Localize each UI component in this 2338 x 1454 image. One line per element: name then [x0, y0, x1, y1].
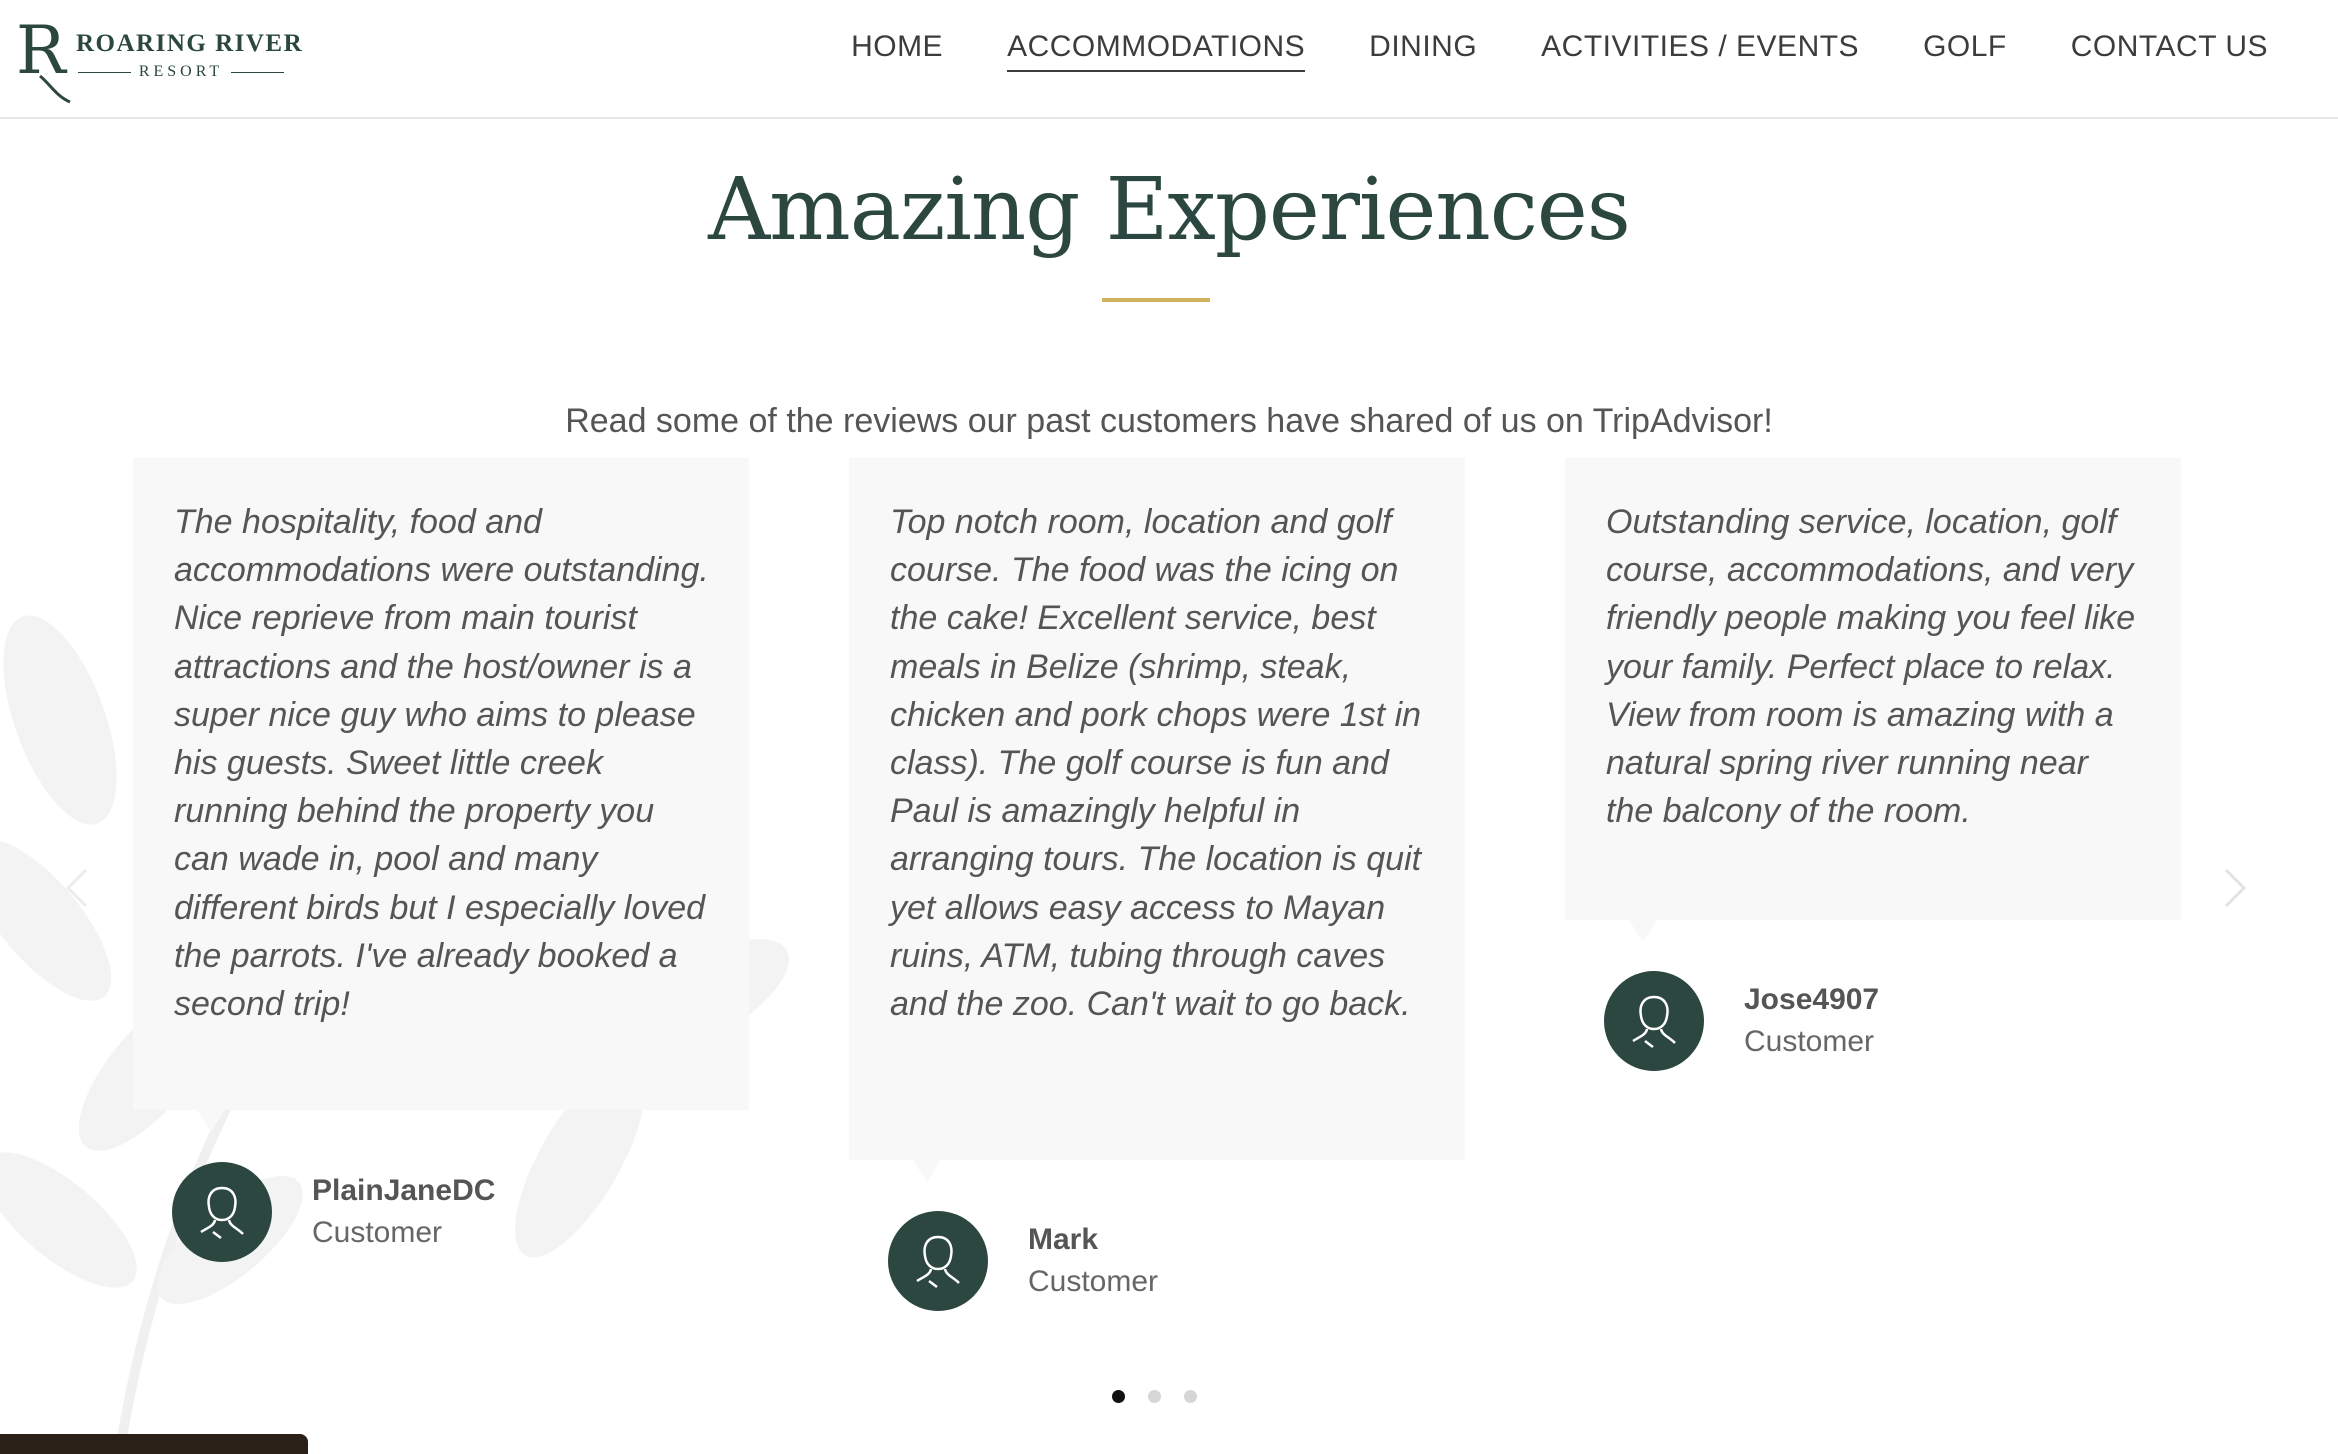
site-header: R ROARING RIVER RESORT HOME ACCOMMODATIO…	[0, 0, 2338, 119]
carousel-dot-1[interactable]	[1112, 1390, 1125, 1403]
review-author: PlainJaneDC Customer	[172, 1162, 495, 1262]
user-silhouette-icon	[916, 1235, 960, 1288]
author-role: Customer	[1744, 1025, 1875, 1058]
carousel-dot-3[interactable]	[1184, 1390, 1197, 1403]
main-nav: HOME ACCOMMODATIONS DINING ACTIVITIES / …	[851, 30, 2268, 72]
logo-swash-icon	[39, 74, 71, 104]
review-text: Outstanding service, location, golf cour…	[1606, 503, 2136, 831]
nav-dining[interactable]: DINING	[1369, 30, 1477, 72]
logo-sub-text: RESORT	[138, 63, 224, 80]
review-card: Top notch room, location and golf course…	[849, 458, 1465, 1182]
logo-name: ROARING RIVER	[76, 30, 304, 57]
review-author: Jose4907 Customer	[1604, 971, 1879, 1071]
bottom-left-widget-bar[interactable]	[0, 1434, 308, 1454]
review-text: Top notch room, location and golf course…	[890, 503, 1422, 1024]
title-divider	[1102, 298, 1210, 302]
chevron-right-icon	[2224, 868, 2247, 908]
carousel-pagination	[1112, 1390, 1197, 1403]
chevron-left-icon	[65, 868, 88, 908]
nav-contact-us[interactable]: CONTACT US	[2071, 30, 2268, 72]
carousel-dot-2[interactable]	[1148, 1390, 1161, 1403]
logo-subtitle: RESORT	[78, 62, 285, 82]
avatar	[172, 1162, 272, 1262]
author-role: Customer	[312, 1216, 443, 1249]
author-name: PlainJaneDC	[312, 1174, 496, 1207]
user-silhouette-icon	[1632, 995, 1676, 1048]
review-author: Mark Customer	[888, 1211, 1158, 1311]
section-intro: Read some of the reviews our past custom…	[565, 402, 1773, 440]
section-title: Amazing Experiences	[708, 160, 1631, 260]
author-name: Jose4907	[1744, 983, 1880, 1016]
review-text: The hospitality, food and accommodations…	[174, 503, 709, 1024]
carousel-next-button[interactable]	[2220, 866, 2250, 915]
review-card: Outstanding service, location, golf cour…	[1565, 458, 2181, 942]
author-name: Mark	[1028, 1223, 1099, 1256]
carousel-prev-button[interactable]	[62, 866, 92, 915]
nav-home[interactable]: HOME	[851, 30, 943, 72]
resort-logo[interactable]: R ROARING RIVER RESORT	[16, 12, 302, 104]
nav-golf[interactable]: GOLF	[1923, 30, 2007, 72]
author-role: Customer	[1028, 1265, 1159, 1298]
avatar	[1604, 971, 1704, 1071]
nav-activities-events[interactable]: ACTIVITIES / EVENTS	[1541, 30, 1859, 72]
user-silhouette-icon	[200, 1186, 244, 1239]
avatar	[888, 1211, 988, 1311]
nav-accommodations[interactable]: ACCOMMODATIONS	[1007, 30, 1306, 72]
review-card: The hospitality, food and accommodations…	[133, 458, 749, 1132]
